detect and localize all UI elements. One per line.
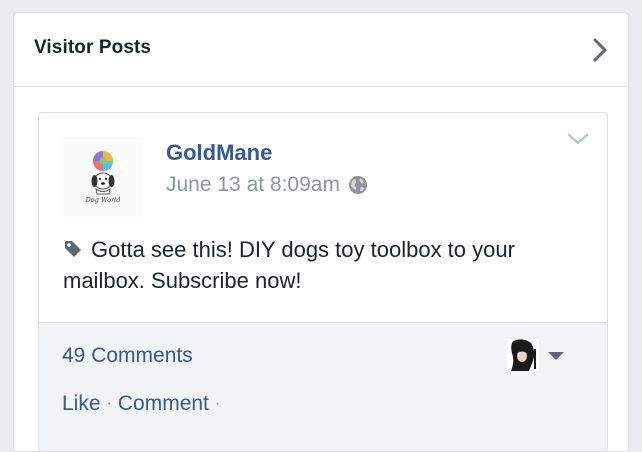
reactor-avatar[interactable] [507,339,539,371]
action-separator-trailing: · [214,395,221,412]
post-body: Gotta see this! DIY dogs toy toolbox to … [63,234,583,296]
caret-down-icon[interactable] [547,351,565,361]
chevron-right-icon[interactable] [590,37,610,63]
visitor-post: Dog World GoldMane June 13 at 8:09am Got… [38,112,608,452]
logo-wordmark: Dog World [85,196,121,204]
tag-icon [65,241,81,257]
visitor-posts-panel: Visitor Posts Dog World GoldMane June 13… [13,12,629,452]
author-avatar[interactable]: Dog World [63,137,143,217]
like-link[interactable]: Like [62,392,101,416]
post-footer: 49 Comments Like · Comment · [39,322,607,451]
comment-link[interactable]: Comment [118,392,209,416]
panel-title: Visitor Posts [34,37,152,58]
action-separator: · [106,395,112,412]
dog-world-logo: Dog World [85,150,121,204]
comments-count-link[interactable]: 49 Comments [62,344,193,368]
post-timestamp[interactable]: June 13 at 8:09am [166,173,340,197]
post-text: Gotta see this! DIY dogs toy toolbox to … [63,237,515,293]
globe-icon[interactable] [348,175,368,195]
reactor-avatar-image [507,339,539,371]
post-meta: June 13 at 8:09am [166,172,368,198]
post-actions: Like · Comment · [62,392,226,416]
panel-header[interactable]: Visitor Posts [14,13,628,87]
chevron-down-icon[interactable] [567,131,589,147]
author-name-link[interactable]: GoldMane [166,140,272,166]
